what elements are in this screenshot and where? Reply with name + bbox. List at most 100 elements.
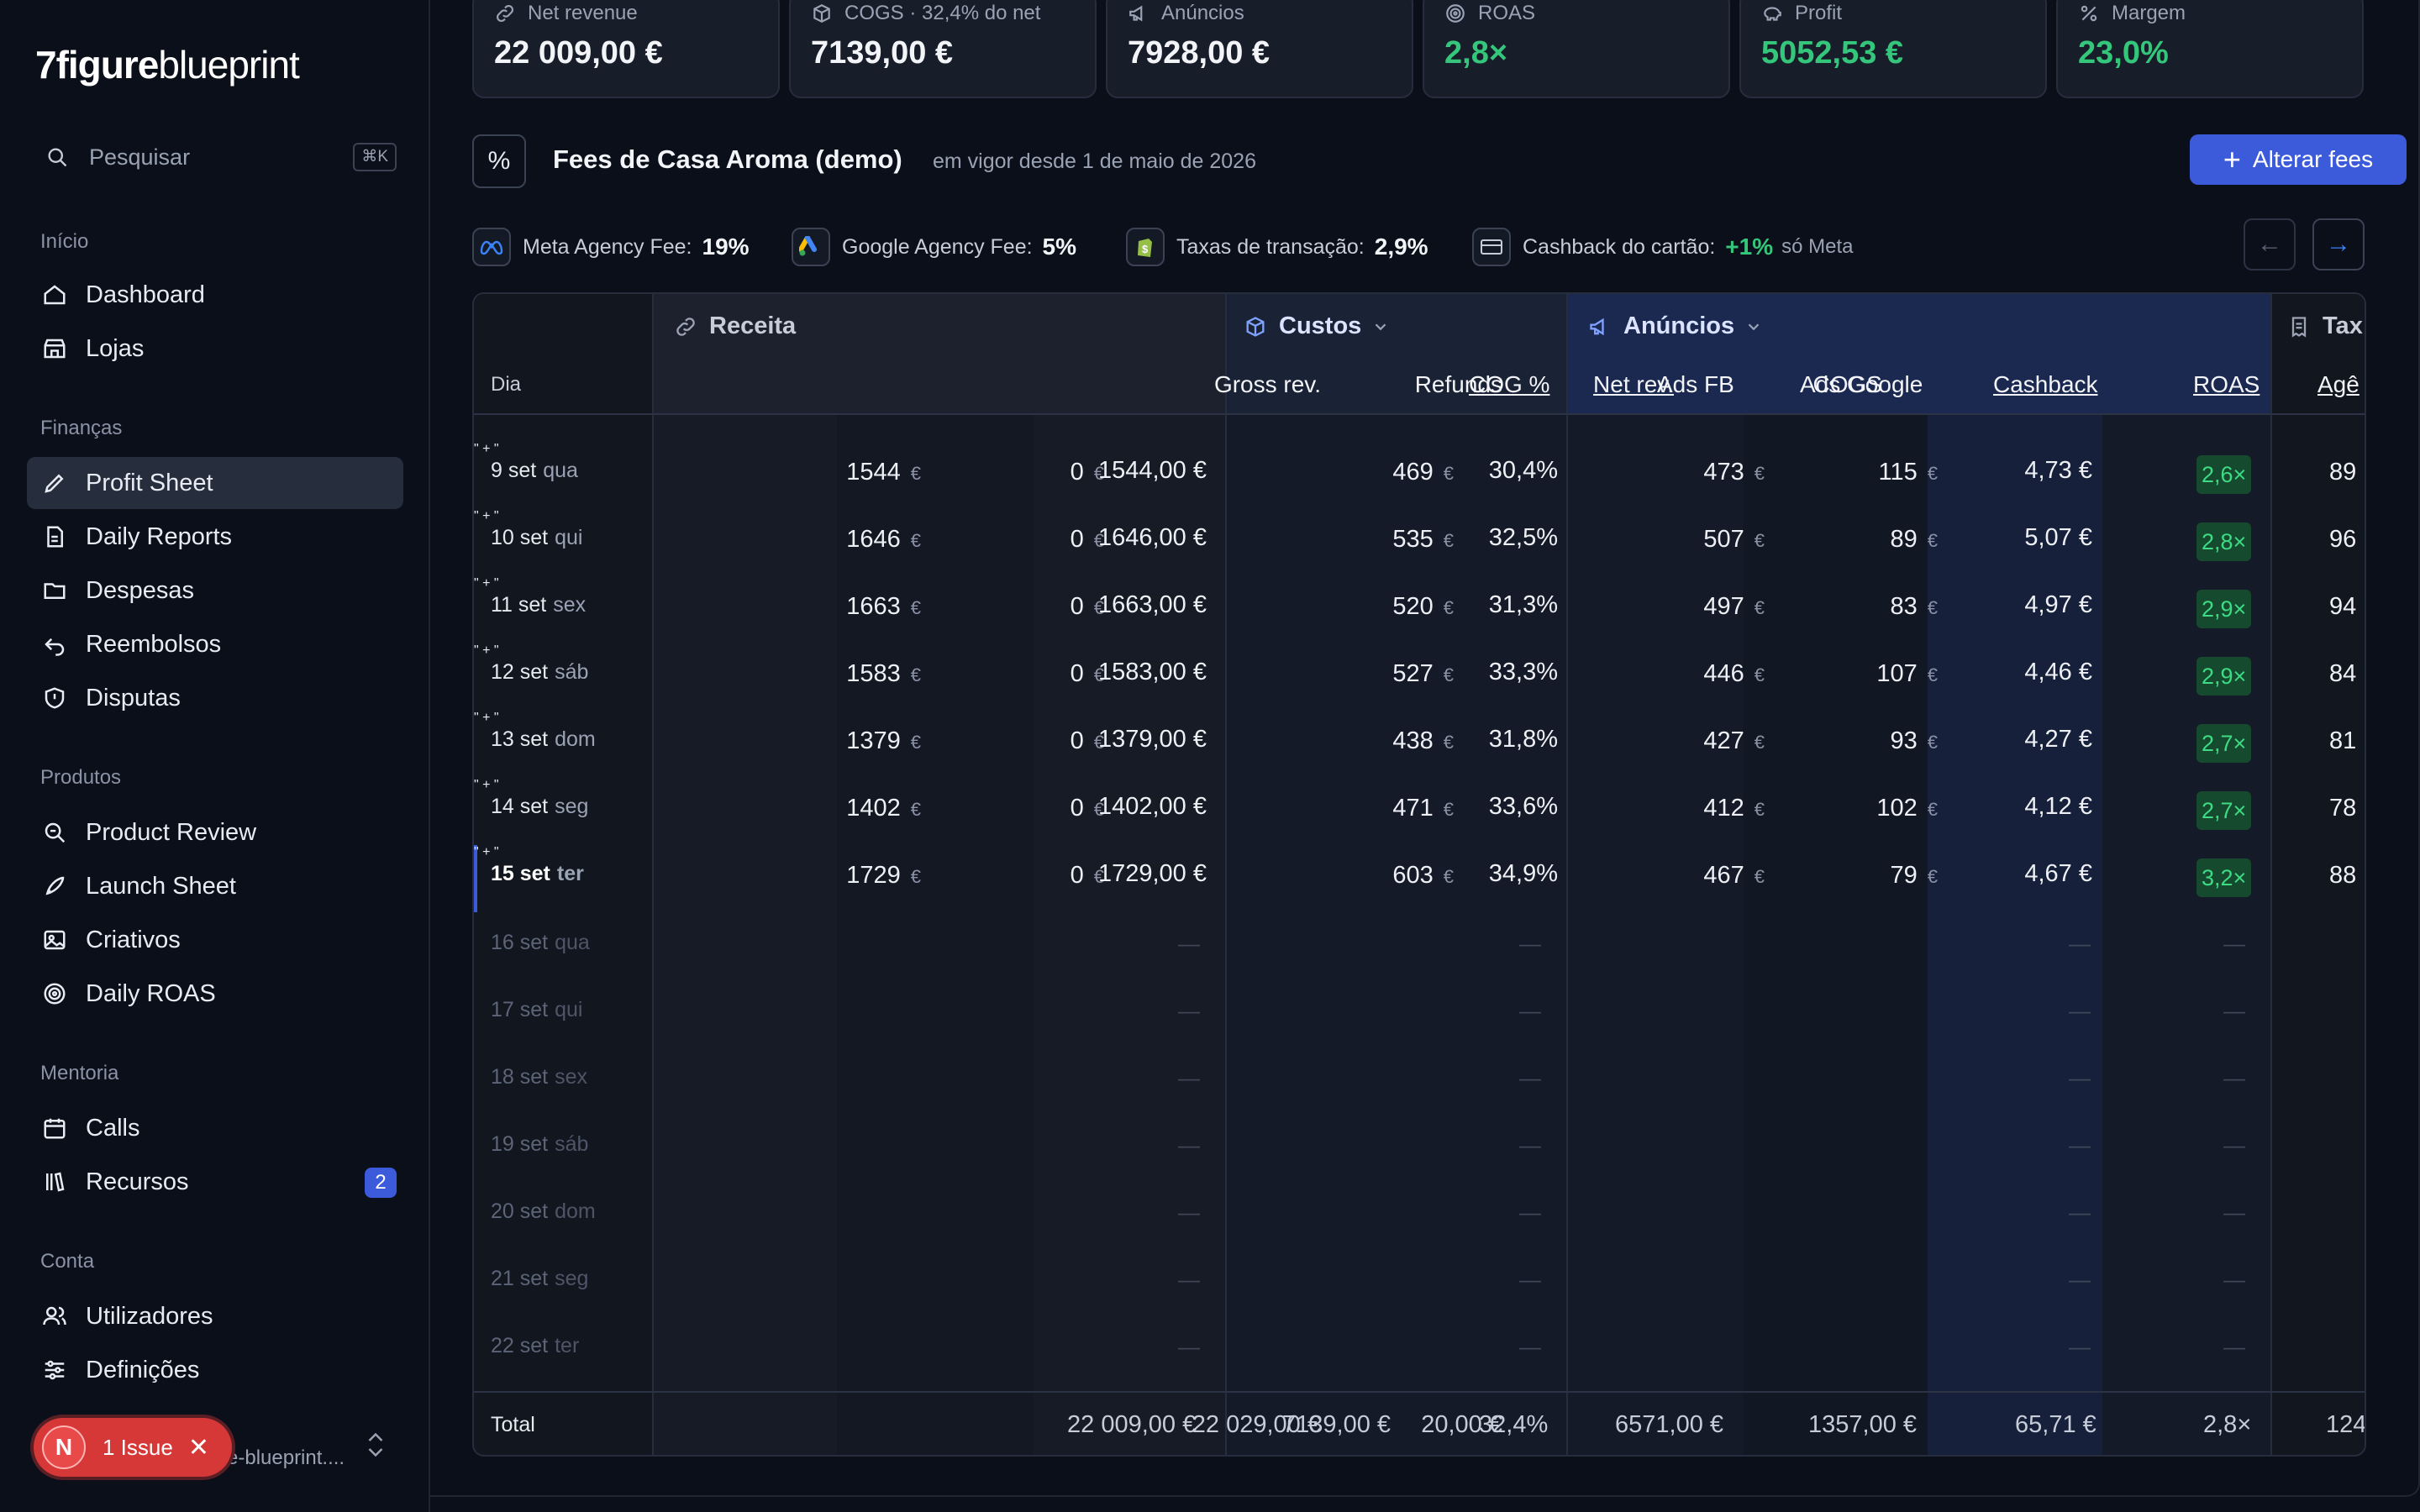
cell-adsfb[interactable]: 446 € [1591, 660, 1765, 688]
nav-section-mentoria: Mentoria [40, 1062, 119, 1084]
folder-icon [44, 583, 66, 599]
col-header-roas[interactable]: ROAS [2193, 371, 2260, 398]
profit-table: Receita Custos Anúncios Tax Dia Gross re… [472, 292, 2366, 1457]
cell-adsfb[interactable]: 412 € [1591, 795, 1765, 822]
table-row-empty[interactable]: 21 set seg — — — — [474, 1248, 2365, 1315]
sidebar-item-daily-roas[interactable]: Daily ROAS [27, 968, 403, 1020]
alterar-fees-button[interactable]: + Alterar fees [2190, 134, 2407, 185]
col-header-dia[interactable]: Dia [491, 373, 521, 396]
cell-adsgoogle[interactable]: 83 € [1768, 593, 1938, 621]
empty-roas: — [2223, 1334, 2245, 1359]
table-row[interactable]: 13 set dom 1379 €0 €1379,00 €438 €31,8% 427 €93… [474, 711, 2365, 778]
sidebar-item-recursos[interactable]: Recursos 2 [27, 1156, 403, 1208]
kpi-value: 2,8× [1444, 35, 1508, 71]
table-row[interactable]: 10 set qui 1646 €0 €1646,00 €535 €32,5% 507 €89… [474, 509, 2365, 576]
sidebar-item-lojas[interactable]: Lojas [27, 323, 403, 375]
col-header-agencia[interactable]: Agê [2317, 371, 2360, 398]
chevron-updown-icon[interactable] [363, 1428, 388, 1462]
cell-cashback: 4,73 € [2024, 457, 2092, 484]
cell-gross[interactable]: 1379 € [743, 727, 921, 755]
cell-gross[interactable]: 1646 € [743, 526, 921, 554]
box-icon [813, 4, 830, 23]
cell-adsgoogle[interactable]: 107 € [1768, 660, 1938, 688]
cell-net: 1646,00 € [1097, 524, 1207, 551]
table-row-empty[interactable]: 19 set sáb — — — — [474, 1114, 2365, 1181]
sidebar-item-profit-sheet[interactable]: Profit Sheet [27, 457, 403, 509]
sidebar-item-dashboard[interactable]: Dashboard [27, 269, 403, 321]
cell-adsgoogle[interactable]: 89 € [1768, 526, 1938, 554]
percent-icon: % [472, 134, 526, 188]
sidebar-item-disputas[interactable]: Disputas [27, 672, 403, 724]
cell-gross[interactable]: 1583 € [743, 660, 921, 688]
empty-roas: — [2223, 1132, 2245, 1158]
cell-adsfb[interactable]: 473 € [1591, 459, 1765, 486]
table-row[interactable]: 9 set qua 1544 €0 €1544,00 €469 €30,4% 473 €115… [474, 442, 2365, 509]
search-button[interactable]: Pesquisar ⌘K [27, 133, 397, 181]
cell-gross[interactable]: 1402 € [743, 795, 921, 822]
cell-cogpct: 33,6% [1488, 793, 1558, 820]
prev-arrow-button[interactable]: ← [2244, 218, 2296, 270]
group-anuncios[interactable]: Anúncios [1588, 312, 1775, 340]
table-row[interactable]: 12 set sáb 1583 €0 €1583,00 €527 €33,3% 446 €10… [474, 643, 2365, 711]
users-icon [43, 1306, 66, 1326]
plus-icon: + [2223, 142, 2241, 176]
sidebar-item-utilizadores[interactable]: Utilizadores [27, 1290, 403, 1342]
cell-adsfb[interactable]: 507 € [1591, 526, 1765, 554]
cell-adsfb[interactable]: 427 € [1591, 727, 1765, 755]
next-arrow-button[interactable]: → [2312, 218, 2365, 270]
kpi-value: 7928,00 € [1128, 35, 1270, 71]
table-row[interactable]: 14 set seg 1402 €0 €1402,00 €471 €33,6% 412 €10… [474, 778, 2365, 845]
sidebar-item-reembolsos[interactable]: Reembolsos [27, 618, 403, 670]
table-row[interactable]: 15 set ter 1729 €0 €1729,00 €603 €34,9% 467 €79… [474, 845, 2365, 912]
empty-cogpct: — [1519, 998, 1541, 1023]
cell-gross[interactable]: 1544 € [743, 459, 921, 486]
empty-cogpct: — [1519, 1267, 1541, 1292]
sidebar-item-launch-sheet[interactable]: Launch Sheet [27, 860, 403, 912]
issue-badge[interactable]: N 1 Issue ✕ [34, 1418, 232, 1477]
col-header-gross[interactable]: Gross rev. [1214, 371, 1321, 398]
table-row-empty[interactable]: 22 set ter — — — — [474, 1315, 2365, 1383]
sliders-icon [45, 1360, 65, 1380]
library-icon [46, 1172, 65, 1192]
cell-agencia: 78 [2329, 795, 2357, 822]
nav-section-produtos: Produtos [40, 766, 122, 789]
image-icon [44, 930, 66, 950]
col-header-adsgoogle[interactable]: Ads Google [1800, 371, 1923, 398]
sidebar-item-calls[interactable]: Calls [27, 1102, 403, 1154]
sidebar-item-daily-reports[interactable]: Daily Reports [27, 511, 403, 563]
table-row[interactable]: 11 set sex 1663 €0 €1663,00 €520 €31,3% 497 €83… [474, 576, 2365, 643]
cell-adsgoogle[interactable]: 115 € [1768, 459, 1938, 486]
group-custos[interactable]: Custos [1244, 312, 1402, 340]
roas-pill: 2,7× [2196, 791, 2252, 830]
cell-adsfb[interactable]: 497 € [1591, 593, 1765, 621]
cell-gross[interactable]: 1729 € [743, 862, 921, 890]
svg-text:$: $ [1142, 243, 1149, 255]
cell-adsfb[interactable]: 467 € [1591, 862, 1765, 890]
search-shortcut: ⌘K [353, 143, 397, 171]
empty-net: — [1178, 931, 1200, 956]
empty-net: — [1178, 1267, 1200, 1292]
app-logo[interactable]: 7figureblueprint [35, 42, 300, 87]
table-row-empty[interactable]: 20 set dom — — — — [474, 1181, 2365, 1248]
total-cogpct: 32,4% [1479, 1411, 1549, 1438]
table-row-empty[interactable]: 17 set qui — — — — [474, 979, 2365, 1047]
table-row-empty[interactable]: 18 set sex — — — — [474, 1047, 2365, 1114]
cell-adsgoogle[interactable]: 93 € [1768, 727, 1938, 755]
receipt-icon [2291, 316, 2307, 338]
col-header-cashback[interactable]: Cashback [1993, 371, 2098, 398]
shield-icon [45, 687, 65, 709]
col-header-adsfb[interactable]: Ads FB [1657, 371, 1734, 398]
sidebar-item-criativos[interactable]: Criativos [27, 914, 403, 966]
table-row-empty[interactable]: 16 set qua — — — — [474, 912, 2365, 979]
box-icon [1246, 316, 1265, 337]
cell-adsgoogle[interactable]: 102 € [1768, 795, 1938, 822]
close-icon[interactable]: ✕ [188, 1433, 209, 1462]
cell-gross[interactable]: 1663 € [743, 593, 921, 621]
sidebar-item-definicoes[interactable]: Definições [27, 1344, 403, 1396]
row-day: 11 set sex [491, 593, 587, 617]
cell-adsgoogle[interactable]: 79 € [1768, 862, 1938, 890]
sidebar-item-product-review[interactable]: Product Review [27, 806, 403, 858]
col-header-cogpct[interactable]: COG % [1469, 371, 1549, 398]
sidebar-item-despesas[interactable]: Despesas [27, 564, 403, 617]
kpi-profit: Profit 5052,53 € [1739, 0, 2047, 98]
